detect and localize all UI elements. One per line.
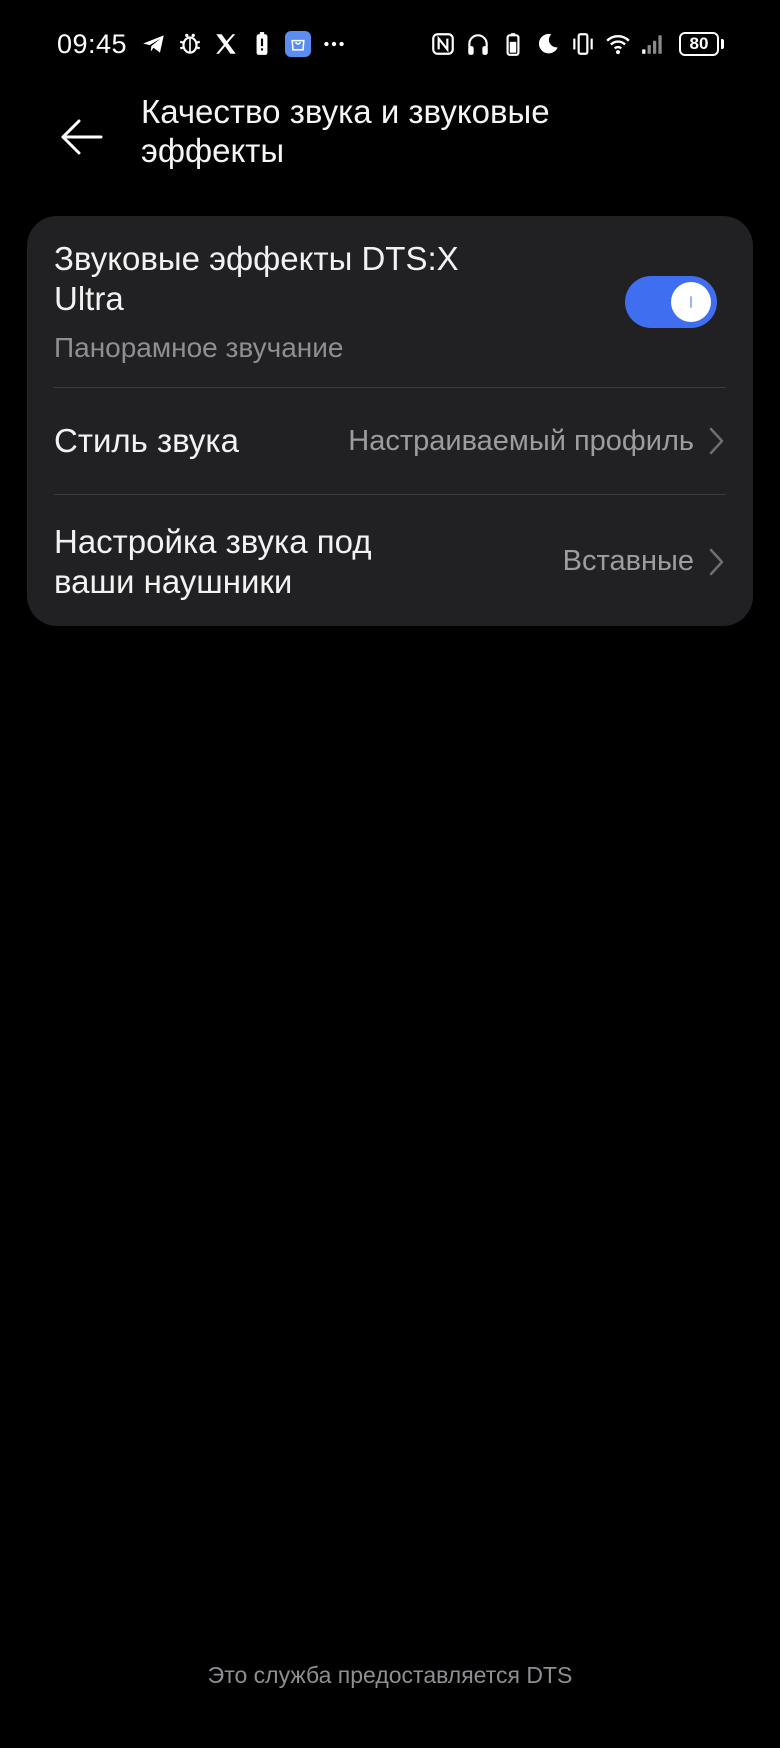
more-dots-icon xyxy=(321,31,347,57)
status-bar: 09:45 80 xyxy=(0,0,780,88)
chevron-right-icon xyxy=(706,546,726,578)
headphone-fit-value: Вставные xyxy=(562,545,694,577)
sound-style-value-group: Настраиваемый профиль xyxy=(348,425,726,458)
bug-icon xyxy=(177,31,203,57)
dts-effects-title: Звуковые эффекты DTS:X Ultra xyxy=(54,239,459,317)
status-left: 09:45 xyxy=(57,29,347,60)
dts-effects-subtitle: Панорамное звучание xyxy=(54,331,344,363)
nfc-icon xyxy=(430,31,456,57)
headphone-fit-row[interactable]: Настройка звука под ваши наушники Вставн… xyxy=(54,495,726,628)
footer-provider-note: Это служба предоставляется DTS xyxy=(207,1662,573,1688)
signal-icon xyxy=(640,31,666,57)
dts-effects-text: Звуковые эффекты DTS:X Ultra Панорамное … xyxy=(54,239,625,365)
telegram-icon xyxy=(141,31,167,57)
back-button[interactable] xyxy=(46,102,116,172)
sound-style-title: Стиль звука xyxy=(54,422,239,459)
dts-effects-row[interactable]: Звуковые эффекты DTS:X Ultra Панорамное … xyxy=(54,216,726,387)
toggle-knob xyxy=(671,281,711,322)
battery-cap xyxy=(721,39,724,49)
app-store-icon xyxy=(285,31,312,57)
vibrate-icon xyxy=(570,31,596,57)
settings-card: Звуковые эффекты DTS:X Ultra Панорамное … xyxy=(27,216,753,626)
sound-style-text: Стиль звука xyxy=(54,421,348,461)
battery-small-icon xyxy=(500,31,526,57)
arrow-left-icon xyxy=(61,119,103,155)
page-title: Качество звука и звуковые эффекты xyxy=(141,93,550,169)
chevron-right-icon xyxy=(706,425,726,457)
dts-effects-toggle[interactable] xyxy=(625,275,717,328)
status-right: 80 xyxy=(430,31,724,57)
headphone-fit-title: Настройка звука под ваши наушники xyxy=(54,522,372,600)
x-logo-icon xyxy=(213,31,239,57)
battery-level: 80 xyxy=(679,32,719,56)
battery-saver-icon xyxy=(249,31,275,57)
status-time: 09:45 xyxy=(57,28,128,59)
headphone-fit-value-group: Вставные xyxy=(563,545,726,578)
headphones-icon xyxy=(465,31,491,57)
sound-style-value: Настраиваемый профиль xyxy=(348,424,694,457)
sound-style-row[interactable]: Стиль звука Настраиваемый профиль xyxy=(54,388,726,494)
header: Качество звука и звуковые эффекты xyxy=(0,88,780,206)
headphone-fit-text: Настройка звука под ваши наушники xyxy=(54,522,563,602)
moon-icon xyxy=(535,31,561,57)
wifi-icon xyxy=(605,31,631,57)
battery-indicator: 80 xyxy=(679,32,724,56)
